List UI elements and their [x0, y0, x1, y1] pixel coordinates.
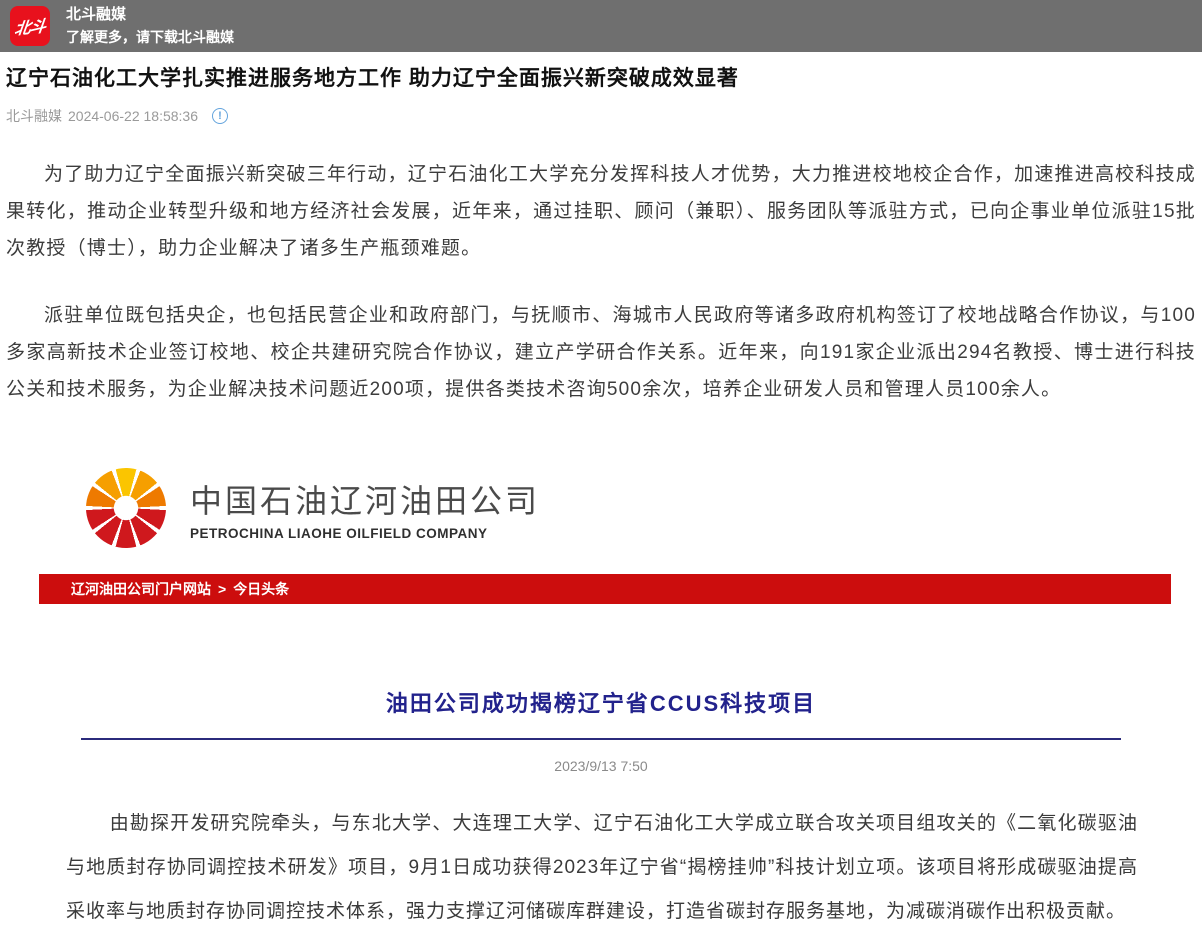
- info-icon[interactable]: !: [212, 108, 228, 124]
- breadcrumb-separator: >: [218, 581, 226, 597]
- breadcrumb-site-link[interactable]: 辽河油田公司门户网站: [71, 579, 211, 599]
- company-name-cn: 中国石油辽河油田公司: [190, 476, 540, 522]
- embedded-news-date: 2023/9/13 7:50: [6, 758, 1196, 774]
- beidou-logo-text: 北斗: [13, 12, 46, 39]
- article-page: 北斗 北斗融媒 了解更多，请下载北斗融媒 辽宁石油化工大学扎实推进服务地方工作 …: [0, 0, 1202, 929]
- breadcrumb: 辽河油田公司门户网站 > 今日头条: [39, 574, 1171, 604]
- breadcrumb-section-link[interactable]: 今日头条: [233, 579, 289, 599]
- embedded-news-title: 油田公司成功揭榜辽宁省CCUS科技项目: [6, 686, 1196, 718]
- app-banner: 北斗 北斗融媒 了解更多，请下载北斗融媒: [0, 0, 1202, 52]
- article-body: 辽宁石油化工大学扎实推进服务地方工作 助力辽宁全面振兴新突破成效显著 北斗融媒 …: [0, 52, 1202, 929]
- petrochina-logo-icon: [86, 468, 166, 548]
- article-title: 辽宁石油化工大学扎实推进服务地方工作 助力辽宁全面振兴新突破成效显著: [6, 64, 1196, 93]
- app-download-tagline: 了解更多，请下载北斗融媒: [66, 28, 234, 47]
- article-timestamp: 2024-06-22 18:58:36: [68, 108, 198, 124]
- embedded-news-paragraph: 由勘探开发研究院牵头，与东北大学、大连理工大学、辽宁石油化工大学成立联合攻关项目…: [66, 802, 1138, 929]
- title-divider: [81, 738, 1121, 740]
- article-source: 北斗融媒: [6, 106, 62, 126]
- company-header: 中国石油辽河油田公司 PETROCHINA LIAOHE OILFIELD CO…: [86, 468, 1196, 548]
- company-name-en: PETROCHINA LIAOHE OILFIELD COMPANY: [190, 526, 540, 541]
- app-banner-text[interactable]: 北斗融媒 了解更多，请下载北斗融媒: [66, 5, 234, 46]
- beidou-app-logo[interactable]: 北斗: [10, 6, 50, 46]
- article-paragraph: 派驻单位既包括央企，也包括民营企业和政府部门，与抚顺市、海城市人民政府等诸多政府…: [6, 297, 1196, 408]
- article-byline: 北斗融媒 2024-06-22 18:58:36 !: [6, 106, 1196, 126]
- company-names: 中国石油辽河油田公司 PETROCHINA LIAOHE OILFIELD CO…: [190, 476, 540, 541]
- app-name: 北斗融媒: [66, 5, 234, 25]
- embedded-news-image: 中国石油辽河油田公司 PETROCHINA LIAOHE OILFIELD CO…: [6, 468, 1196, 929]
- article-paragraph: 为了助力辽宁全面振兴新突破三年行动，辽宁石油化工大学充分发挥科技人才优势，大力推…: [6, 156, 1196, 267]
